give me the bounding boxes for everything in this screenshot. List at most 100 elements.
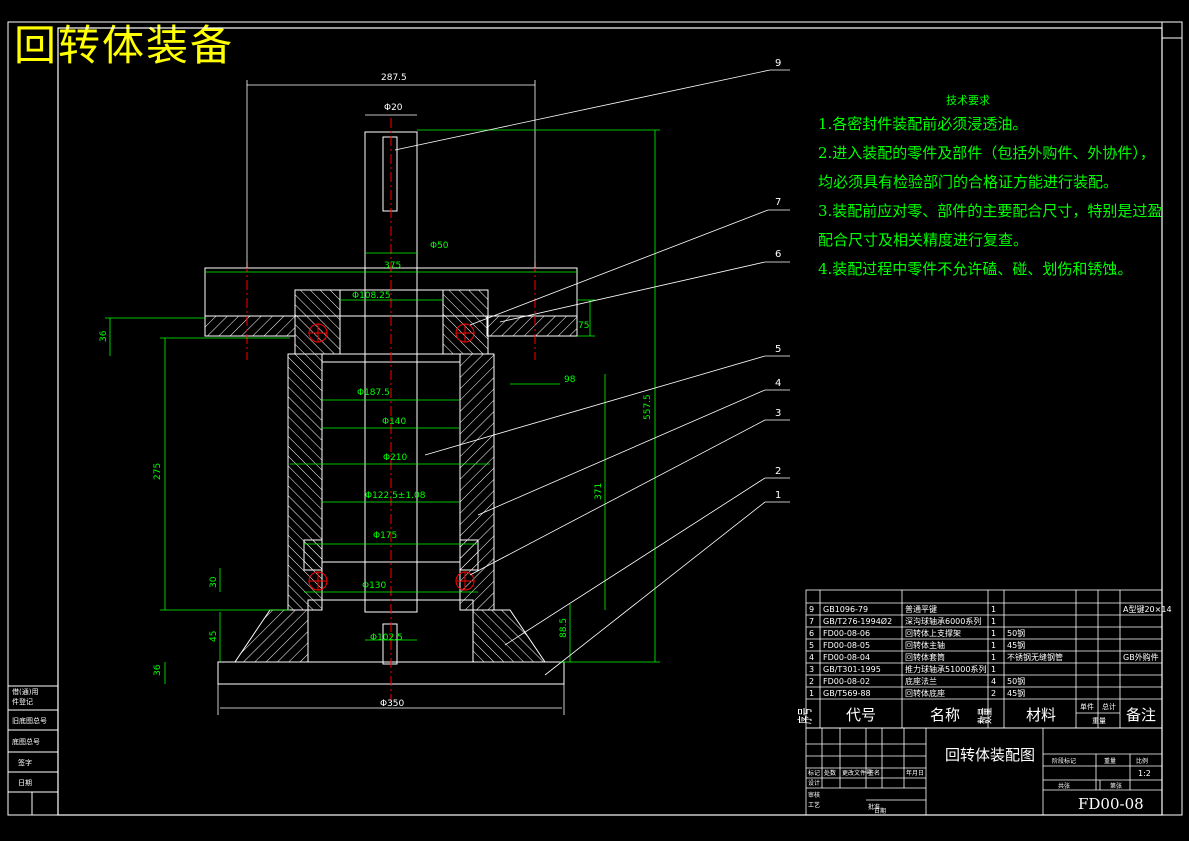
dim-shaft-dia: Φ20 (384, 103, 403, 113)
callout-2: 2 (775, 466, 781, 477)
dim-inner-1: Φ187.5 (357, 388, 390, 398)
dim-inner-4: Φ122.5±1.08 (365, 491, 426, 501)
bom-cell-no: 7 (809, 617, 814, 626)
bom-header-note: 备注 (1126, 706, 1156, 724)
bom-header-qty: 数量 (975, 708, 994, 724)
bom-cell-no: 3 (809, 665, 814, 674)
dim-h75: 75 (578, 321, 589, 331)
bom-cell-note: GB外购件 (1123, 652, 1159, 662)
bom-cell-code: FD00-08-02 (823, 677, 870, 686)
callout-4: 4 (775, 378, 781, 389)
callout-3: 3 (775, 408, 781, 419)
dim-top-width: 287.5 (381, 73, 407, 83)
dim-shaft-fit: Φ50 (430, 241, 449, 251)
tb-label-scale: 比例 (1136, 757, 1148, 765)
strip-label-4: 底图总号 (12, 737, 40, 746)
strip-label-2: 件登记 (12, 697, 33, 706)
bom-cell-no: 5 (809, 641, 814, 650)
bom-cell-material: 45钢 (1007, 640, 1025, 650)
bom-cell-qty: 1 (991, 665, 996, 674)
callout-leaders (394, 69, 790, 676)
bom-cell-material: 50钢 (1007, 676, 1025, 686)
callout-9: 9 (775, 58, 781, 69)
tb-label-count: 处数 (824, 769, 836, 777)
bom-cell-name: 普通平键 (905, 604, 937, 614)
callout-6: 6 (775, 249, 781, 260)
dim-inner-5: Φ175 (373, 531, 397, 541)
dim-inner-2: Φ140 (382, 417, 407, 427)
dim-height-total: 557.5 (643, 394, 653, 420)
bom-header-single: 单件 (1080, 702, 1094, 711)
strip-label-1: 借(通)用 (12, 687, 38, 696)
tb-label-mark: 标记 (808, 769, 820, 777)
bom-cell-qty: 1 (991, 605, 996, 614)
callout-7: 7 (775, 197, 781, 208)
tb-label-weight: 重量 (1104, 757, 1116, 765)
dim-h-base: 36 (153, 664, 163, 676)
bom-cell-name: 推力球轴承51000系列 (905, 664, 986, 674)
bom-header-code: 代号 (846, 706, 876, 724)
bom-cell-name: 底座法兰 (905, 676, 937, 686)
bom-cell-no: 6 (809, 629, 814, 638)
tb-label-design: 设计 (808, 779, 820, 787)
bom-cell-code: FD00-08-04 (823, 653, 870, 662)
strip-label-6: 日期 (18, 779, 32, 787)
bom-cell-code: GB/T301-1995 (823, 665, 881, 674)
tb-label-sheets: 共张 (1058, 782, 1070, 790)
bom-cell-code: GB1096-79 (823, 605, 868, 614)
drawing-scale: 1:2 (1138, 769, 1151, 778)
bom-cell-material: 45钢 (1007, 688, 1025, 698)
bom-cell-material: 不锈钢无缝钢管 (1007, 652, 1063, 662)
dim-h36: 36 (99, 330, 109, 342)
dim-inner-7: Φ102.5 (370, 633, 403, 643)
dim-h98: 98 (564, 375, 576, 385)
bom-header-no: 序号 (795, 708, 814, 724)
bom-cell-no: 9 (809, 605, 814, 614)
dimension-lines-green (105, 129, 660, 684)
callout-1: 1 (775, 490, 781, 501)
bom-cell-qty: 1 (991, 629, 996, 638)
bom-header-weight: 重量 (1092, 717, 1106, 725)
strip-label-3: 旧底图总号 (12, 716, 47, 725)
bom-cell-qty: 1 (991, 653, 996, 662)
dim-base-width: Φ350 (380, 699, 405, 709)
callout-5: 5 (775, 344, 781, 355)
bom-cell-code: GB/T276-1994Ø2 (823, 616, 892, 626)
corner-box (1161, 21, 1183, 39)
bom-cell-qty: 4 (991, 677, 996, 686)
drawing-number: FD00-08 (1078, 795, 1144, 813)
strip-label-5: 签字 (18, 758, 32, 767)
bom-cell-note: A型键20×14 (1123, 604, 1172, 614)
bom-cell-no: 1 (809, 689, 814, 698)
bom-cell-code: GB/T569-88 (823, 689, 871, 698)
inner-frame (57, 27, 1163, 816)
outer-frame (7, 21, 1183, 816)
tb-label-day: 日期 (874, 807, 886, 815)
bom-cell-code: FD00-08-06 (823, 629, 870, 638)
tb-label-date: 年月日 (906, 769, 924, 777)
dim-h371: 371 (594, 483, 604, 500)
bom-header-total: 总计 (1102, 702, 1116, 711)
bom-header-mat: 材料 (1026, 706, 1056, 724)
bom-cell-name: 回转体套筒 (905, 652, 945, 662)
assembly-drawing: 借(通)用 件登记 旧底图总号 底图总号 签字 日期 287.5 Φ20 Φ35… (7, 21, 1183, 816)
bom-cell-qty: 1 (991, 641, 996, 650)
bom-cell-name: 深沟球轴承6000系列 (905, 616, 981, 626)
tb-label-process: 工艺 (808, 801, 820, 809)
bom-cell-no: 2 (809, 677, 814, 686)
bom-cell-name: 回转体上支撑架 (905, 628, 961, 638)
tb-label-review: 审核 (808, 791, 820, 799)
dim-h88: 88.5 (559, 618, 569, 638)
tb-label-stage: 阶段标记 (1052, 757, 1076, 765)
bom-cell-qty: 2 (991, 689, 996, 698)
dim-inner-6: Φ130 (362, 581, 387, 591)
dim-height-side: 275 (153, 463, 163, 480)
bom-cell-name: 回转体底座 (905, 688, 945, 698)
bom-cell-qty: 1 (991, 617, 996, 626)
bom-cell-code: FD00-08-05 (823, 641, 870, 650)
dim-h30: 30 (209, 576, 219, 588)
tb-label-sheet: 第张 (1110, 782, 1122, 790)
dim-inner-3: Φ210 (383, 453, 408, 463)
bom-cell-name: 回转体主轴 (905, 640, 945, 650)
bom-header-name: 名称 (930, 706, 960, 724)
